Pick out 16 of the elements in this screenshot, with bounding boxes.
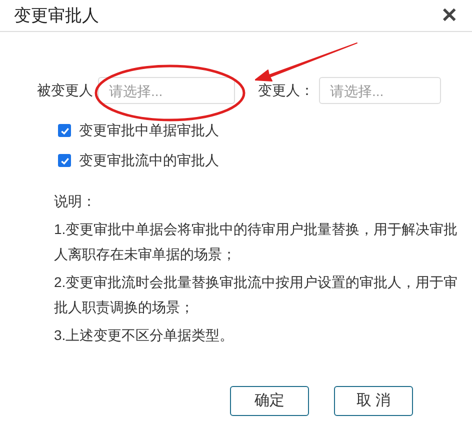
close-button[interactable]: ✕ (441, 6, 458, 26)
checkbox[interactable] (58, 154, 71, 167)
select-field[interactable]: 请选择... (319, 77, 441, 104)
notes-heading: 说明： (54, 192, 97, 211)
field-label: 被变更人 (37, 81, 94, 100)
cancel-button[interactable]: 取 消 (334, 386, 413, 416)
note-paragraph: 3.上述变更不区分单据类型。 (54, 326, 235, 344)
note-paragraph: 1.变更审批中单据会将审批中的待审用户批量替换，用于解决审批人离职存在未审单据的场景； (54, 220, 459, 264)
select-field[interactable]: 请选择... (98, 77, 235, 104)
confirm-button[interactable]: 确定 (230, 386, 309, 416)
checkbox-label: 变更审批流中的审批人 (79, 151, 219, 170)
checkbox[interactable] (58, 124, 71, 137)
note-paragraph: 2.变更审批流时会批量替换审批流中按用户设置的审批人，用于审批人职责调换的场景； (54, 272, 459, 317)
checkbox-label: 变更审批中单据审批人 (79, 121, 219, 140)
field-label: 变更人： (258, 81, 315, 100)
dialog-title: 变更审批人 (14, 4, 99, 27)
